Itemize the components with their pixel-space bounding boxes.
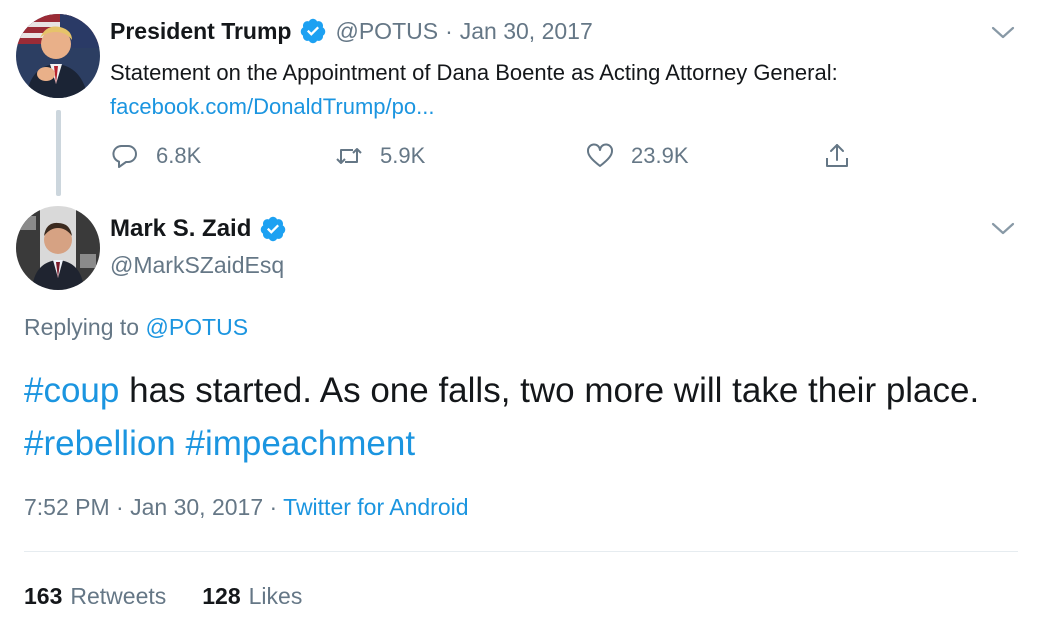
tweet-metadata: 7:52 PM · Jan 30, 2017 · Twitter for And…: [24, 494, 469, 521]
chevron-down-icon[interactable]: [990, 24, 1016, 42]
tweet-time[interactable]: 7:52 PM: [24, 494, 110, 520]
retweet-icon: [336, 148, 362, 164]
verified-badge-icon: [261, 216, 286, 242]
replying-prefix: Replying to: [24, 314, 140, 340]
likes-count: 128: [202, 583, 241, 609]
reply-count: 6.8K: [156, 143, 202, 168]
author-name[interactable]: Mark S. Zaid: [110, 215, 251, 243]
likes-stat[interactable]: 128 Likes: [202, 583, 302, 610]
heart-icon: [587, 143, 613, 167]
share-icon: [826, 144, 848, 167]
hashtag-impeachment[interactable]: #impeachment: [186, 424, 416, 463]
tweet-page: President Trump @POTUS · Jan 30, 2017 St…: [0, 0, 1042, 638]
like-count: 23.9K: [631, 143, 689, 168]
thread-connector-line: [56, 110, 61, 196]
retweets-stat[interactable]: 163 Retweets: [24, 583, 166, 610]
hashtag-rebellion[interactable]: #rebellion: [24, 424, 176, 463]
share-action[interactable]: [822, 138, 852, 174]
retweets-label: Retweets: [70, 583, 167, 609]
tweet-text-body: has started. As one falls, two more will…: [119, 371, 980, 410]
replying-mention-link[interactable]: @POTUS: [145, 314, 248, 340]
tweet-actions: 6.8K 5.9K 23.9K: [110, 138, 870, 174]
hashtag-coup[interactable]: #coup: [24, 371, 119, 410]
author-handle[interactable]: @POTUS: [335, 18, 438, 45]
parent-tweet-link[interactable]: facebook.com/DonaldTrump/po...: [110, 92, 434, 122]
avatar-president-trump[interactable]: [16, 14, 100, 98]
text-space: [176, 424, 186, 463]
like-action[interactable]: 23.9K: [585, 138, 689, 174]
meta-separator: ·: [116, 494, 124, 520]
meta-separator: ·: [269, 494, 278, 520]
author-name[interactable]: President Trump: [110, 18, 291, 45]
tweet-stats: 163 Retweets 128 Likes: [24, 583, 302, 610]
likes-label: Likes: [248, 583, 303, 609]
main-tweet-text: #coup has started. As one falls, two mor…: [24, 364, 1024, 470]
reply-icon: [112, 145, 137, 168]
verified-badge-icon: [301, 18, 326, 44]
tweet-date[interactable]: Jan 30, 2017: [460, 18, 593, 45]
tweet-source-link[interactable]: Twitter for Android: [283, 494, 468, 520]
retweets-count: 163: [24, 583, 63, 609]
parent-tweet-text: Statement on the Appointment of Dana Boe…: [110, 60, 838, 85]
separator-dot: ·: [445, 17, 453, 44]
parent-tweet-header: President Trump @POTUS · Jan 30, 2017: [110, 17, 593, 45]
retweet-action[interactable]: 5.9K: [334, 138, 425, 174]
divider: [24, 551, 1018, 552]
reply-action[interactable]: 6.8K: [110, 138, 201, 174]
tweet-date[interactable]: Jan 30, 2017: [130, 494, 263, 520]
main-tweet-header: Mark S. Zaid: [110, 215, 295, 243]
avatar-mark-s-zaid[interactable]: [16, 206, 100, 290]
chevron-down-icon[interactable]: [990, 220, 1016, 238]
replying-to-line: Replying to @POTUS: [24, 314, 248, 341]
retweet-count: 5.9K: [380, 143, 426, 168]
author-handle[interactable]: @MarkSZaidEsq: [110, 252, 284, 279]
